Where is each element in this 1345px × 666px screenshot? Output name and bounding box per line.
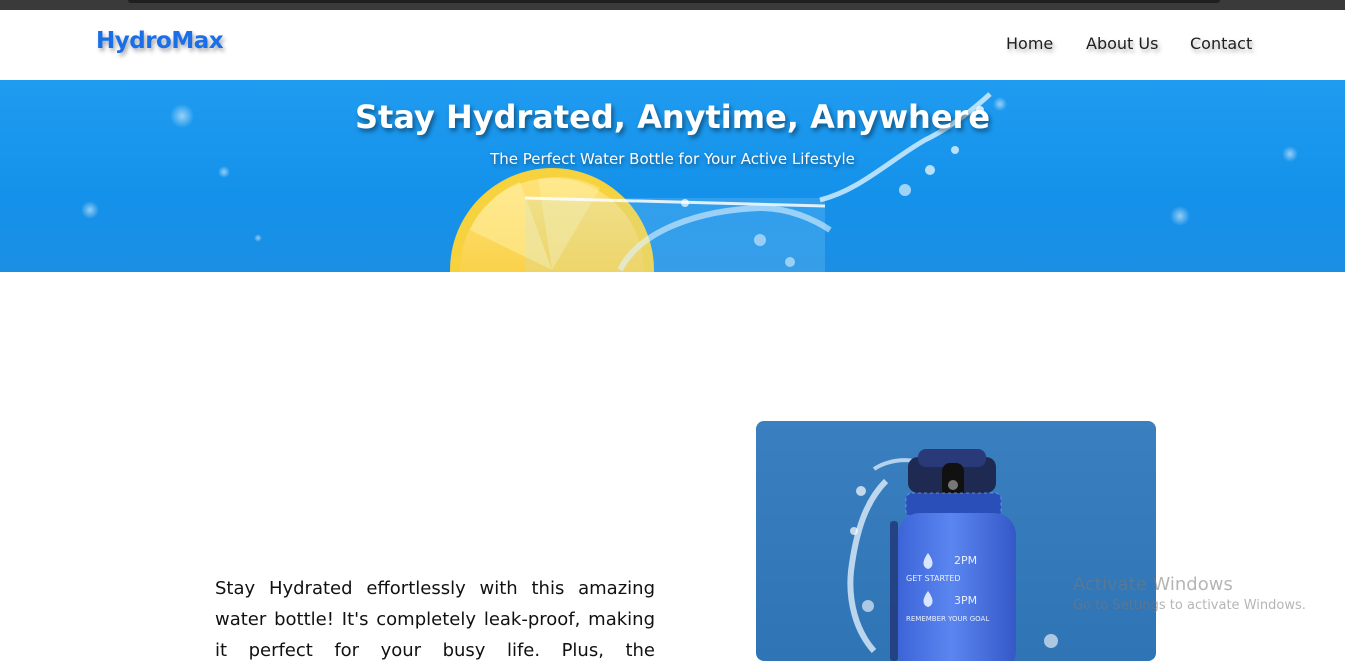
nav-link-contact[interactable]: Contact — [1190, 34, 1252, 53]
product-description: Stay Hydrated effortlessly with this ama… — [215, 578, 655, 661]
browser-top-strip — [0, 0, 1345, 10]
bottle-marking-get-started: GET STARTED — [906, 574, 961, 583]
nav-link-home[interactable]: Home — [1006, 34, 1053, 53]
bottle-marking-remember-goal: REMEMBER YOUR GOAL — [906, 615, 989, 623]
nav-link-about-us[interactable]: About Us — [1086, 34, 1158, 53]
browser-tab-edge — [128, 0, 1220, 3]
navbar: HydroMax Home About Us Contact — [0, 10, 1345, 80]
hero-title: Stay Hydrated, Anytime, Anywhere — [354, 98, 991, 136]
hero-banner: Stay Hydrated, Anytime, Anywhere The Per… — [0, 80, 1345, 272]
bottle-marking-3pm: 3PM — [954, 594, 977, 607]
product-image: 2PM GET STARTED 3PM REMEMBER YOUR GOAL — [756, 421, 1156, 661]
nav-links: Home About Us Contact — [0, 34, 1345, 58]
bottle-marking-2pm: 2PM — [954, 554, 977, 567]
hero-subtitle: The Perfect Water Bottle for Your Active… — [490, 150, 855, 168]
